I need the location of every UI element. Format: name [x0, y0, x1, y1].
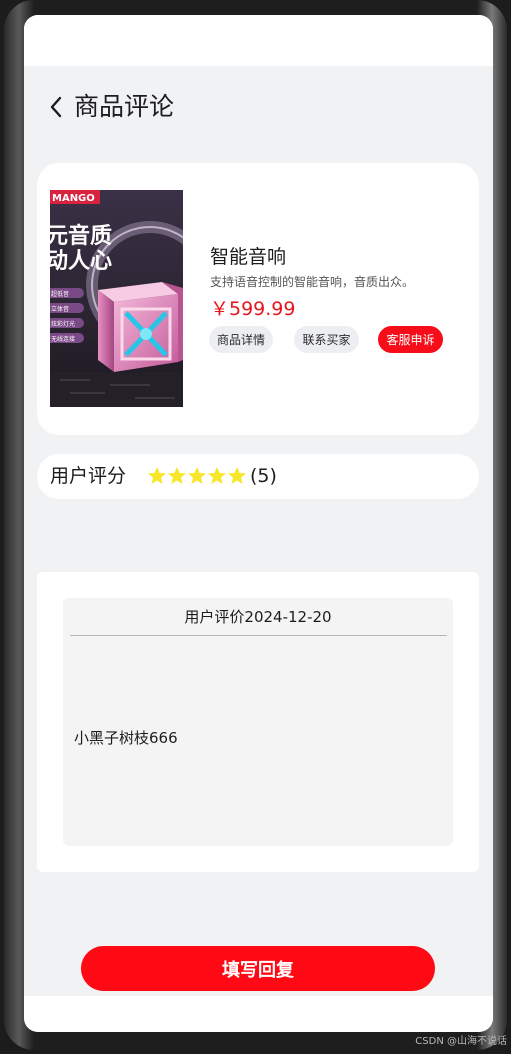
review-section: 用户评价2024-12-20 小黑子树枝666 [37, 572, 479, 872]
rating-label: 用户评分 [50, 465, 127, 487]
image-tag: 炫彩灯光 [51, 320, 75, 328]
image-headline-1: 元音质 [50, 223, 112, 249]
device-frame: 商品评论 MANGO 元音质 动人心 超低音 立体音 炫彩灯光 无线连接 智能音… [4, 0, 507, 1050]
contact-buyer-button[interactable]: 联系买家 [294, 326, 359, 353]
rating-card: 用户评分 (5) [37, 454, 479, 499]
product-card: MANGO 元音质 动人心 超低音 立体音 炫彩灯光 无线连接 智能音响 支持语… [37, 163, 479, 435]
write-reply-button[interactable]: 填写回复 [81, 946, 435, 991]
image-brand-text: MANGO [52, 193, 95, 204]
star-icon [168, 467, 186, 484]
image-tag: 立体音 [51, 305, 69, 313]
page-title: 商品评论 [74, 92, 175, 121]
star-icon [188, 467, 206, 484]
review-card: 用户评价2024-12-20 小黑子树枝666 [63, 598, 453, 846]
status-bar [24, 15, 493, 66]
product-name: 智能音响 [210, 246, 287, 268]
image-headline-2: 动人心 [50, 249, 112, 274]
review-header: 用户评价2024-12-20 [184, 608, 332, 626]
product-description: 支持语音控制的智能音响，音质出众。 [210, 275, 415, 289]
customer-service-complaint-button[interactable]: 客服申诉 [378, 326, 443, 353]
rating-count: (5) [250, 465, 277, 487]
watermark: CSDN @山海不说话 [415, 1036, 507, 1047]
review-content: 小黑子树枝666 [74, 729, 178, 747]
star-icon [148, 467, 166, 484]
chevron-left-icon[interactable] [48, 95, 64, 119]
bottom-bar [24, 996, 493, 1032]
star-icon [228, 467, 246, 484]
image-tag: 超低音 [51, 290, 69, 298]
review-divider [70, 635, 447, 636]
star-rating [147, 466, 247, 486]
product-price: ￥599.99 [210, 298, 296, 320]
image-tag: 无线连接 [51, 335, 75, 343]
product-image[interactable]: MANGO 元音质 动人心 超低音 立体音 炫彩灯光 无线连接 [50, 190, 183, 407]
product-detail-button[interactable]: 商品详情 [209, 326, 273, 353]
star-icon [208, 467, 226, 484]
app-screen: 商品评论 MANGO 元音质 动人心 超低音 立体音 炫彩灯光 无线连接 智能音… [24, 15, 493, 1032]
